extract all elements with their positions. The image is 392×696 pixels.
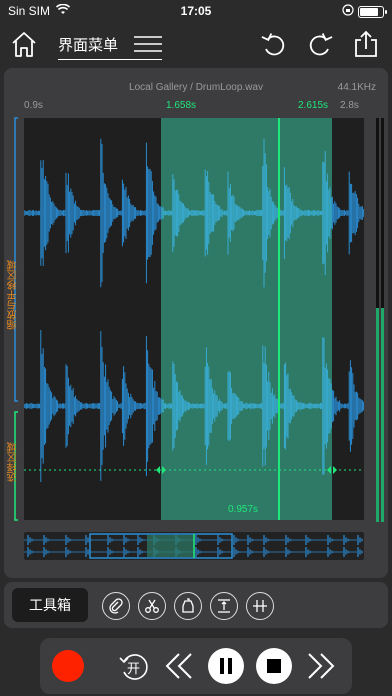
share-button[interactable]: [348, 26, 384, 62]
waveform-graphic: [23, 118, 365, 520]
status-bar: Sin SIM 17:05: [0, 0, 392, 22]
selection-area-label: 选择区域: [8, 442, 19, 482]
file-title: Local Gallery / DrumLoop.wav: [129, 82, 263, 93]
loop-toggle-label: 开: [127, 661, 141, 676]
selection-start-label: 1.658s: [166, 100, 197, 111]
waveform-canvas[interactable]: 0.957s: [23, 118, 365, 520]
toolbox-button[interactable]: 工具箱: [12, 588, 88, 622]
menu-underline: [58, 58, 162, 60]
rewind-icon: [165, 653, 192, 679]
waveform-editor: Local Gallery / DrumLoop.wav 44.1KHz 0.9…: [4, 68, 388, 578]
interface-menu-button[interactable]: 界面菜单: [54, 30, 164, 60]
record-button[interactable]: [52, 650, 84, 682]
transport-bar: 开: [40, 638, 352, 694]
selection-duration-label: 0.957s: [228, 504, 259, 515]
battery-icon: [358, 5, 387, 18]
eraser-icon[interactable]: [174, 592, 202, 620]
tools-panel: 工具箱: [4, 582, 388, 628]
redo-icon: [309, 33, 333, 56]
scissors-icon[interactable]: [138, 592, 166, 620]
pause-icon: [220, 658, 232, 674]
pause-button[interactable]: [208, 648, 244, 684]
hamburger-icon: [134, 36, 162, 52]
level-meter: [376, 118, 384, 522]
trim-icon[interactable]: [210, 592, 238, 620]
rewind-button[interactable]: [162, 650, 196, 682]
lock-rotation-icon: [342, 4, 354, 19]
status-right: [342, 4, 387, 19]
fast-forward-icon: [308, 653, 335, 679]
undo-button[interactable]: [256, 26, 292, 62]
stop-icon: [267, 659, 281, 673]
sample-rate: 44.1KHz: [337, 82, 376, 93]
redo-button[interactable]: [302, 26, 338, 62]
loop-toggle-button[interactable]: 开: [116, 648, 152, 684]
top-toolbar: 界面菜单: [0, 22, 392, 66]
menu-label: 界面菜单: [58, 36, 119, 54]
home-button[interactable]: [6, 26, 42, 62]
selection-region: [161, 118, 332, 520]
zoom-pan-area-label: 缩放与平移区域: [8, 260, 19, 330]
fast-forward-button[interactable]: [304, 650, 338, 682]
home-icon: [12, 32, 36, 57]
undo-icon: [261, 33, 285, 56]
time-end-label: 2.8s: [340, 100, 359, 111]
stop-button[interactable]: [256, 648, 292, 684]
share-icon: [355, 30, 377, 57]
overview-strip[interactable]: [23, 532, 364, 560]
split-icon[interactable]: [246, 592, 274, 620]
overview-selection: [147, 535, 195, 557]
playhead-time-label: 2.615s: [298, 100, 329, 111]
time-start-label: 0.9s: [24, 100, 43, 111]
status-time: 17:05: [180, 4, 212, 18]
paperclip-icon[interactable]: [102, 592, 130, 620]
